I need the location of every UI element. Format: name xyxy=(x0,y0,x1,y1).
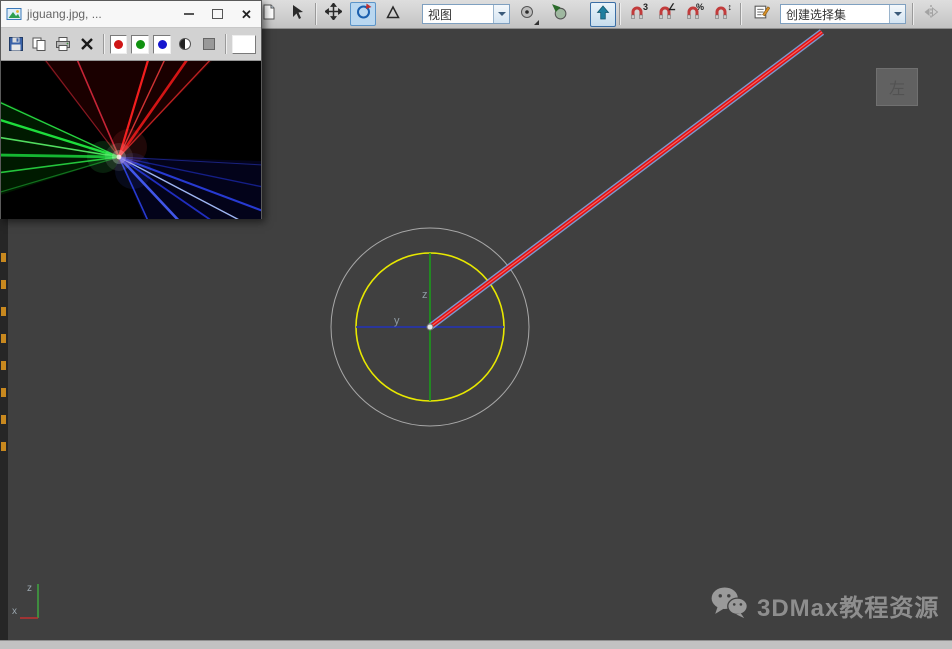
light-object-center[interactable] xyxy=(426,323,434,331)
select-place-button[interactable] xyxy=(284,2,310,26)
gizmo-z-label: z xyxy=(422,289,428,301)
minimize-icon xyxy=(183,13,194,15)
wechat-icon xyxy=(710,586,749,624)
select-manipulate-button[interactable] xyxy=(546,2,572,26)
panel-edge-mark xyxy=(1,388,6,397)
angle-snap-button[interactable]: ∠ xyxy=(652,2,678,26)
move-icon xyxy=(323,2,343,25)
toolbar-separator xyxy=(315,3,316,25)
maximize-button[interactable] xyxy=(203,1,232,27)
panel-edge-mark xyxy=(1,307,6,316)
tripod-x-label: x xyxy=(12,606,17,617)
reference-coordinate-value: 视图 xyxy=(428,7,453,22)
watermark-text: 3DMax教程资源 xyxy=(757,594,940,622)
laser-image-canvas xyxy=(1,61,261,219)
keyboard-override-toggle[interactable] xyxy=(590,2,616,27)
viewcube[interactable]: 左 xyxy=(876,68,918,106)
monochrome-button[interactable] xyxy=(199,32,219,56)
rotate-icon xyxy=(355,3,372,25)
green-channel-icon xyxy=(135,39,145,49)
background-color-swatch[interactable] xyxy=(231,34,256,54)
edit-named-sets-button[interactable] xyxy=(748,2,774,26)
manipulate-icon xyxy=(551,3,568,25)
gizmo-y-label: y xyxy=(394,315,400,327)
panel-edge-mark xyxy=(1,280,6,289)
monochrome-icon xyxy=(202,38,215,50)
alpha-channel-icon xyxy=(179,38,192,50)
snap-3d-label: 3 xyxy=(642,2,648,12)
named-selection-set-value: 创建选择集 xyxy=(786,7,847,22)
angle-snap-label: ∠ xyxy=(667,2,676,12)
mirror-icon xyxy=(923,4,939,25)
delete-x-icon xyxy=(80,38,93,50)
mirror-button[interactable] xyxy=(918,2,944,26)
alpha-channel-button[interactable] xyxy=(175,32,195,56)
print-icon xyxy=(56,37,71,51)
image-file-icon xyxy=(6,6,22,22)
viewer-title: jiguang.jpg, ... xyxy=(27,7,102,21)
tripod-z-label: z xyxy=(27,583,32,594)
named-selection-set-dropdown[interactable]: 创建选择集 xyxy=(780,4,906,24)
copy-image-button[interactable] xyxy=(30,32,50,56)
3dsmax-screen: 视图 3 ∠ % ↕ 创建选择集 z y z x 左 3DMax教程资源 jig… xyxy=(0,0,952,649)
spinner-snap-button[interactable]: ↕ xyxy=(708,2,734,26)
use-center-button[interactable] xyxy=(514,2,540,26)
toolbar-separator xyxy=(912,3,913,25)
panel-edge-mark xyxy=(1,334,6,343)
panel-edge-mark xyxy=(1,361,6,370)
save-image-button[interactable] xyxy=(6,32,26,56)
close-button[interactable]: ✕ xyxy=(232,1,261,27)
up-arrow-icon xyxy=(596,4,610,25)
select-cursor-icon xyxy=(289,4,305,25)
scale-icon xyxy=(385,4,401,25)
blue-channel-button[interactable] xyxy=(153,34,172,54)
edit-named-sets-icon xyxy=(753,3,770,25)
toolbar-separator xyxy=(619,3,620,25)
snaps-toggle-button[interactable]: 3 xyxy=(624,2,650,26)
viewer-toolbar xyxy=(1,28,261,61)
save-icon xyxy=(8,37,23,51)
select-rotate-button[interactable] xyxy=(350,2,376,26)
reference-coordinate-dropdown[interactable]: 视图 xyxy=(422,4,510,24)
chevron-down-icon[interactable] xyxy=(493,5,509,23)
image-viewer-window: jiguang.jpg, ... ✕ xyxy=(0,0,262,219)
laser-image[interactable] xyxy=(1,61,261,219)
select-scale-button[interactable] xyxy=(380,2,406,26)
laser-beam-object[interactable] xyxy=(427,29,825,330)
chevron-down-icon[interactable] xyxy=(889,5,905,23)
toolbar-separator xyxy=(102,34,104,54)
toolbar-separator xyxy=(224,34,226,54)
viewer-titlebar[interactable]: jiguang.jpg, ... ✕ xyxy=(1,1,261,28)
toolbar-separator xyxy=(740,3,741,25)
print-image-button[interactable] xyxy=(53,32,73,56)
minimize-button[interactable] xyxy=(174,1,203,27)
copy-icon xyxy=(32,37,46,51)
axis-tripod-icon: z x xyxy=(12,583,39,619)
panel-edge-mark xyxy=(1,442,6,451)
close-icon: ✕ xyxy=(241,6,252,22)
blue-channel-icon xyxy=(157,39,167,49)
watermark: 3DMax教程资源 xyxy=(710,586,939,624)
select-move-button[interactable] xyxy=(320,2,346,26)
delete-button[interactable] xyxy=(77,32,97,56)
red-channel-button[interactable] xyxy=(109,34,128,54)
percent-snap-label: % xyxy=(695,2,704,12)
maximize-icon xyxy=(212,9,223,19)
green-channel-button[interactable] xyxy=(131,34,150,54)
red-channel-icon xyxy=(114,39,124,49)
percent-snap-button[interactable]: % xyxy=(680,2,706,26)
document-icon xyxy=(261,4,277,25)
bottom-panel-edge xyxy=(0,640,952,649)
panel-edge-mark xyxy=(1,253,6,262)
spinner-snap-label: ↕ xyxy=(727,2,733,12)
viewcube-face-label: 左 xyxy=(888,81,905,98)
panel-edge-mark xyxy=(1,415,6,424)
use-center-icon xyxy=(519,4,535,25)
